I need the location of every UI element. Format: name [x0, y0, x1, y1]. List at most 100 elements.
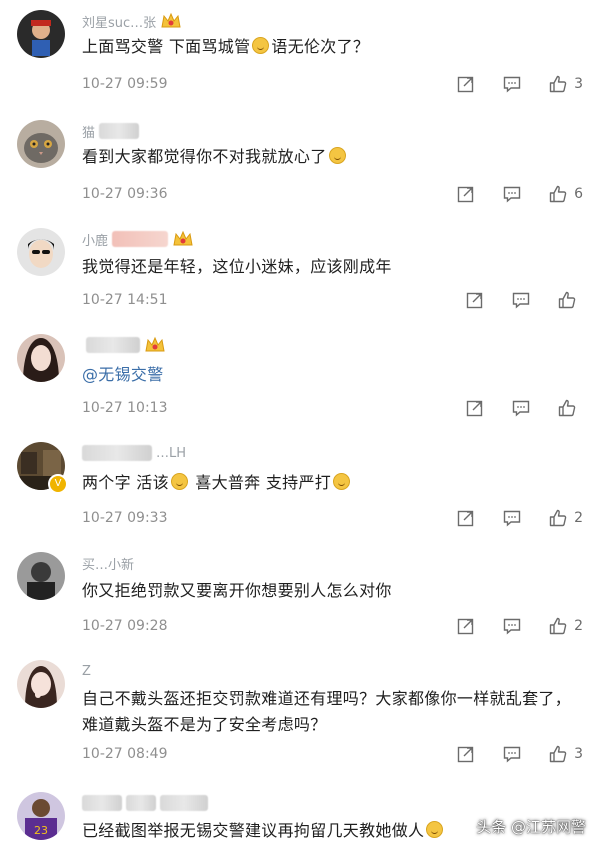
- comment-text: 上面骂交警 下面骂城管 语无伦次了？: [82, 34, 582, 60]
- timestamp: 10-27 09:28: [82, 618, 168, 634]
- share-icon: [457, 746, 474, 763]
- share-button[interactable]: [465, 290, 485, 310]
- username-row: …LH: [82, 442, 186, 464]
- thumbs-up-icon: [549, 509, 567, 527]
- avatar[interactable]: [17, 552, 65, 600]
- avatar[interactable]: [17, 334, 65, 382]
- mention-text[interactable]: @无锡交警: [82, 365, 164, 384]
- share-button[interactable]: [456, 184, 476, 204]
- like-count: 3: [574, 76, 583, 92]
- smile-emoji-icon: [333, 473, 351, 490]
- like-count: 2: [574, 510, 583, 526]
- comment-text: 看到大家都觉得你不对我就放心了: [82, 144, 582, 170]
- timestamp: 10-27 10:13: [82, 400, 168, 416]
- thumbs-up-icon: [558, 291, 576, 309]
- thumbs-up-icon: [549, 185, 567, 203]
- comment-text-part: 已经截图举报无锡交警建议再拘留几天教她做人: [82, 821, 425, 840]
- crown-icon: [145, 336, 165, 352]
- like-button[interactable]: [557, 290, 583, 310]
- avatar[interactable]: 23: [17, 792, 65, 840]
- like-button[interactable]: 3: [548, 744, 583, 764]
- blurred-username: [82, 795, 122, 811]
- share-button[interactable]: [465, 398, 485, 418]
- comment-text-part: 上面骂交警 下面骂城管: [82, 37, 251, 56]
- comment-text-part: 两个字 活该: [82, 473, 169, 492]
- username[interactable]: 猫: [82, 122, 95, 141]
- comment-button[interactable]: [502, 184, 522, 204]
- thumbs-up-icon: [558, 399, 576, 417]
- username[interactable]: 买…小新: [82, 554, 134, 573]
- action-bar: 6: [430, 184, 583, 204]
- crown-icon: [161, 12, 181, 28]
- blurred-username: [112, 231, 169, 247]
- comment-text-part: 你又拒绝罚款又要离开你想要别人怎么对你: [82, 581, 392, 600]
- blurred-username: [126, 795, 156, 811]
- username[interactable]: …LH: [156, 446, 186, 461]
- comment-button[interactable]: [502, 744, 522, 764]
- comment-text: 自己不戴头盔还拒交罚款难道还有理吗？大家都像你一样就乱套了，难道戴头盔不是为了安…: [82, 686, 582, 738]
- comment-icon: [512, 292, 530, 309]
- username-row: [82, 792, 208, 814]
- share-button[interactable]: [456, 74, 476, 94]
- like-button[interactable]: 2: [548, 616, 583, 636]
- username[interactable]: 刘星suc…张: [82, 12, 156, 31]
- username[interactable]: Z: [82, 664, 91, 679]
- comment-button[interactable]: [511, 290, 531, 310]
- username-row: [82, 334, 166, 356]
- avatar[interactable]: [17, 228, 65, 276]
- share-icon: [457, 186, 474, 203]
- action-bar: [439, 290, 583, 310]
- share-icon: [457, 510, 474, 527]
- like-count: 3: [574, 746, 583, 762]
- watermark: 头条 @江苏网警: [476, 818, 586, 836]
- like-count: 6: [574, 186, 583, 202]
- thumbs-up-icon: [549, 617, 567, 635]
- share-icon: [457, 76, 474, 93]
- comment-icon: [503, 618, 521, 635]
- username-row: 猫: [82, 120, 140, 142]
- timestamp: 10-27 14:51: [82, 292, 168, 308]
- blurred-username: [82, 445, 152, 461]
- timestamp: 10-27 09:59: [82, 76, 168, 92]
- avatar[interactable]: [17, 660, 65, 708]
- thumbs-up-icon: [549, 745, 567, 763]
- comment-icon: [503, 76, 521, 93]
- like-button[interactable]: [557, 398, 583, 418]
- like-count: 2: [574, 618, 583, 634]
- share-icon: [457, 618, 474, 635]
- share-button[interactable]: [456, 508, 476, 528]
- avatar[interactable]: [17, 120, 65, 168]
- share-button[interactable]: [456, 616, 476, 636]
- like-button[interactable]: 2: [548, 508, 583, 528]
- like-button[interactable]: 6: [548, 184, 583, 204]
- comment-button[interactable]: [502, 616, 522, 636]
- timestamp: 10-27 08:49: [82, 746, 168, 762]
- blurred-username: [86, 337, 140, 353]
- comment-button[interactable]: [502, 74, 522, 94]
- jersey-number: 23: [34, 824, 48, 837]
- comment-text-part: 自己不戴头盔还拒交罚款难道还有理吗？大家都像你一样就乱套了，难道戴头盔不是为了安…: [82, 689, 572, 734]
- avatar[interactable]: [17, 10, 65, 58]
- action-bar: 3: [430, 74, 583, 94]
- comment-button[interactable]: [502, 508, 522, 528]
- action-bar: 3: [430, 744, 583, 764]
- username-row: Z: [82, 660, 91, 682]
- share-icon: [466, 292, 483, 309]
- comment-icon: [512, 400, 530, 417]
- username[interactable]: 小鹿: [82, 230, 108, 249]
- like-button[interactable]: 3: [548, 74, 583, 94]
- comment-icon: [503, 746, 521, 763]
- mention-link[interactable]: @无锡交警: [82, 362, 582, 388]
- comment-button[interactable]: [511, 398, 531, 418]
- crown-icon: [173, 230, 193, 246]
- action-bar: 2: [430, 616, 583, 636]
- blurred-username: [160, 795, 208, 811]
- comment-text-part: 喜大普奔 支持严打: [195, 473, 332, 492]
- thumbs-up-icon: [549, 75, 567, 93]
- blurred-username: [99, 123, 140, 139]
- timestamp: 10-27 09:33: [82, 510, 168, 526]
- comment-text: 我觉得还是年轻，这位小迷妹，应该刚成年: [82, 254, 582, 280]
- share-button[interactable]: [456, 744, 476, 764]
- laughing-emoji-icon: [252, 37, 270, 54]
- comment-list: 刘星suc…张 上面骂交警 下面骂城管 语无伦次了？ 10-27 09:59 3 …: [0, 0, 600, 849]
